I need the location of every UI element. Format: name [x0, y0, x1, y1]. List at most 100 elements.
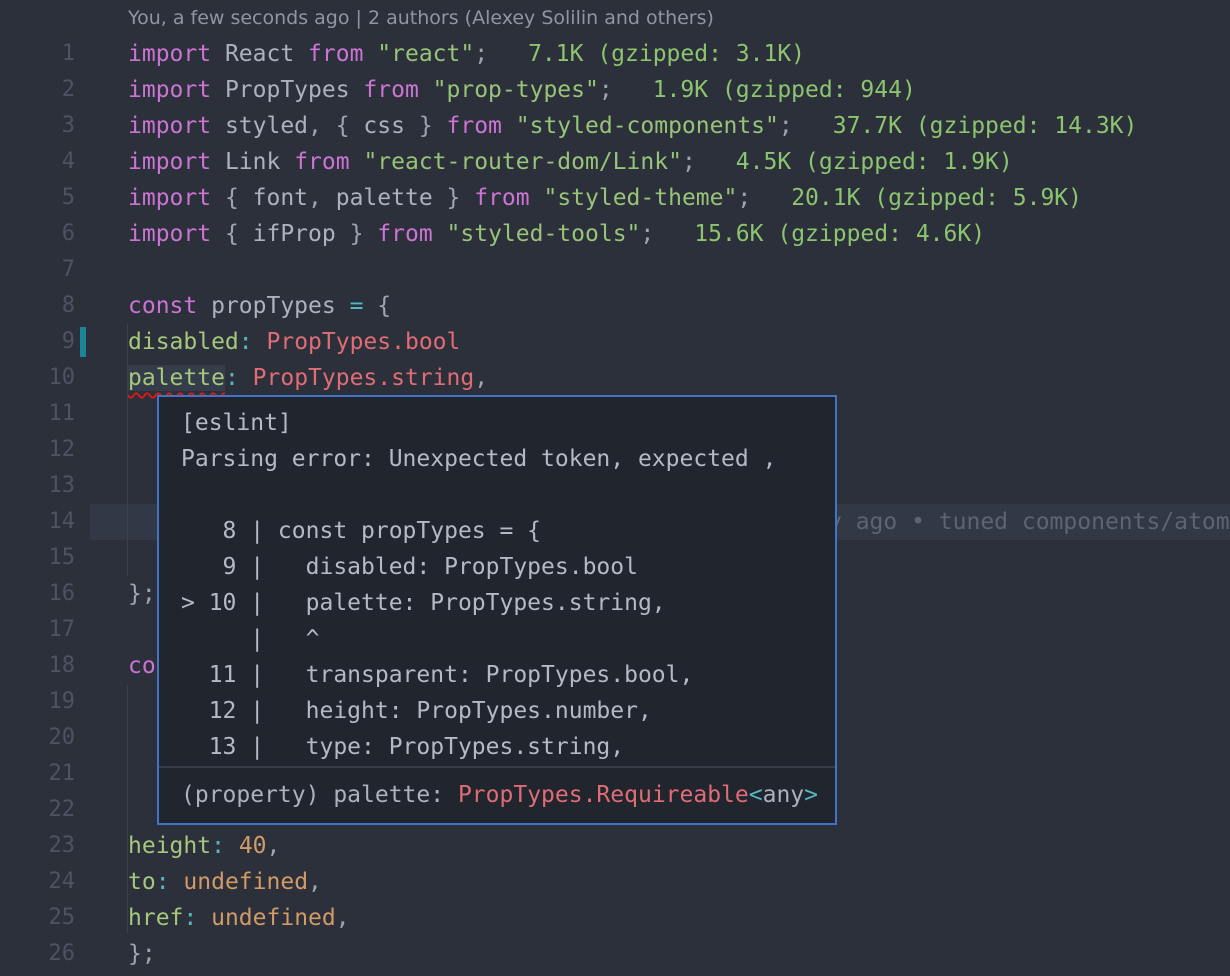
code-token: palette: [128, 365, 225, 391]
code-token: import: [128, 41, 225, 67]
gitlens-authors-annotation[interactable]: You, a few seconds ago | 2 authors (Alex…: [0, 0, 1230, 36]
code-token: React: [225, 41, 308, 67]
line-number[interactable]: 16: [0, 576, 75, 612]
tooltip-property-signature: (property) palette: PropTypes.Requireabl…: [159, 768, 835, 813]
code-text: };: [128, 576, 156, 612]
code-token: from: [363, 77, 432, 103]
code-token: "prop-types": [433, 77, 599, 103]
code-line[interactable]: 1import React from "react";7.1K (gzipped…: [0, 36, 1230, 72]
code-token: any: [763, 782, 805, 808]
code-token: ;: [474, 41, 488, 67]
line-number[interactable]: 3: [0, 108, 75, 144]
line-number[interactable]: 1: [0, 36, 75, 72]
code-token: ;: [779, 113, 793, 139]
code-line[interactable]: 5 import { font, palette } from "styled-t…: [0, 180, 1230, 216]
code-token: [170, 869, 184, 895]
code-line[interactable]: 26};: [0, 936, 1230, 972]
code-token: >: [804, 782, 818, 808]
indent-guide: [127, 685, 128, 933]
line-number[interactable]: 11: [0, 396, 75, 432]
code-token: "styled-theme": [543, 185, 737, 211]
import-cost-annotation: 4.5K (gzipped: 1.9K): [736, 149, 1013, 175]
code-token: disabled: [128, 329, 239, 355]
code-token: undefined: [211, 905, 336, 931]
code-token: };: [128, 941, 156, 967]
code-token: from: [377, 221, 446, 247]
code-token: ;: [737, 185, 751, 211]
code-token: :: [225, 365, 239, 391]
code-token: css: [363, 113, 405, 139]
line-number[interactable]: 2: [0, 72, 75, 108]
tooltip-frame-line: > 10 | palette: PropTypes.string,: [181, 585, 831, 621]
code-line[interactable]: 9 disabled: PropTypes.bool: [0, 324, 1230, 360]
line-number[interactable]: 14: [0, 504, 75, 540]
code-token: {: [377, 293, 391, 319]
line-number[interactable]: 23: [0, 828, 75, 864]
code-token: {: [225, 185, 253, 211]
code-text: height: 40,: [128, 828, 280, 864]
code-text: disabled: PropTypes.bool: [128, 324, 460, 360]
line-number[interactable]: 25: [0, 900, 75, 936]
code-editor[interactable]: You, a few seconds ago | 2 authors (Alex…: [0, 0, 1230, 976]
line-number[interactable]: 6: [0, 216, 75, 252]
line-number[interactable]: 12: [0, 432, 75, 468]
code-token: styled: [225, 113, 308, 139]
code-token: import: [128, 221, 225, 247]
code-text: import React from "react";: [128, 36, 488, 72]
code-text: import PropTypes from "prop-types";: [128, 72, 613, 108]
code-token: undefined: [183, 869, 308, 895]
line-number[interactable]: 24: [0, 864, 75, 900]
line-number[interactable]: 20: [0, 720, 75, 756]
line-number[interactable]: 18: [0, 648, 75, 684]
line-number[interactable]: 15: [0, 540, 75, 576]
code-text: co: [128, 648, 156, 684]
line-number[interactable]: 22: [0, 792, 75, 828]
code-text: };: [128, 936, 156, 972]
code-token: from: [474, 185, 543, 211]
line-number[interactable]: 5: [0, 180, 75, 216]
code-text: const propTypes = {: [128, 288, 391, 324]
line-number[interactable]: 19: [0, 684, 75, 720]
code-token: 40: [239, 833, 267, 859]
code-token: PropTypes: [225, 77, 363, 103]
code-token: "react-router-dom/Link": [363, 149, 682, 175]
code-token: [239, 365, 253, 391]
code-token: , {: [308, 113, 363, 139]
line-number[interactable]: 10: [0, 360, 75, 396]
code-token: [253, 329, 267, 355]
code-token: =: [350, 293, 378, 319]
code-line[interactable]: 23 height: 40,: [0, 828, 1230, 864]
code-token: }: [405, 113, 447, 139]
line-number[interactable]: 8: [0, 288, 75, 324]
line-number[interactable]: 26: [0, 936, 75, 972]
code-token: :: [156, 869, 170, 895]
tooltip-frame-line: | ^: [181, 621, 831, 657]
code-line[interactable]: 6import { ifProp } from "styled-tools";1…: [0, 216, 1230, 252]
line-number[interactable]: 13: [0, 468, 75, 504]
line-number[interactable]: 7: [0, 252, 75, 288]
code-line[interactable]: 2import PropTypes from "prop-types";1.9K…: [0, 72, 1230, 108]
tooltip-source: [eslint]: [181, 405, 831, 441]
code-token: PropTypes.string: [253, 365, 475, 391]
code-text: import { font, palette } from "styled-th…: [128, 180, 751, 216]
code-token: ;: [682, 149, 696, 175]
code-line[interactable]: 10 palette: PropTypes.string,: [0, 360, 1230, 396]
code-line[interactable]: 8 const propTypes = {: [0, 288, 1230, 324]
code-token: [225, 833, 239, 859]
line-number[interactable]: 9: [0, 324, 75, 360]
code-line[interactable]: 24 to: undefined,: [0, 864, 1230, 900]
code-line[interactable]: 3import styled, { css } from "styled-com…: [0, 108, 1230, 144]
code-token: to: [128, 869, 156, 895]
code-line[interactable]: 4import Link from "react-router-dom/Link…: [0, 144, 1230, 180]
code-token: ;: [599, 77, 613, 103]
code-line[interactable]: 25 href: undefined,: [0, 900, 1230, 936]
code-text: palette: PropTypes.string,: [128, 360, 488, 396]
git-modified-indicator: [80, 327, 86, 357]
line-number[interactable]: 17: [0, 612, 75, 648]
line-number[interactable]: 21: [0, 756, 75, 792]
tooltip-code-frame: 8 | const propTypes = { 9 | disabled: Pr…: [181, 513, 831, 765]
code-token: "react": [377, 41, 474, 67]
line-number[interactable]: 4: [0, 144, 75, 180]
indent-guide: [127, 324, 128, 576]
code-line[interactable]: 7: [0, 252, 1230, 288]
